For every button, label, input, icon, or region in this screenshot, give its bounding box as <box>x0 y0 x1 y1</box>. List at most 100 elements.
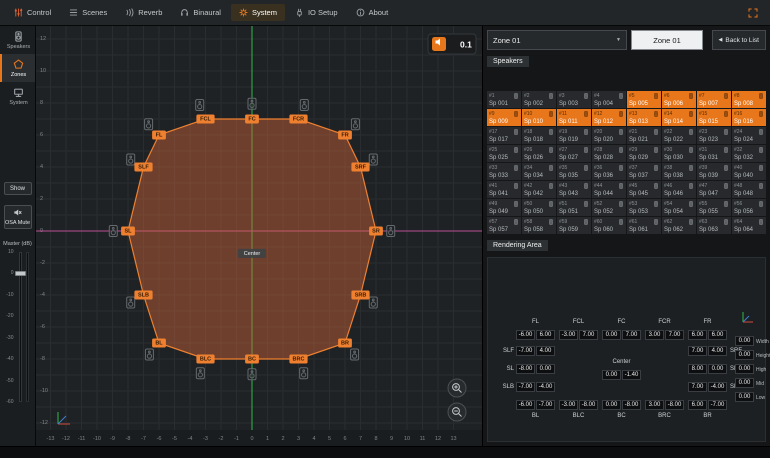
speaker-cell-13[interactable]: #13Sp 013 <box>627 109 661 126</box>
speaker-cell-34[interactable]: #34Sp 034 <box>522 163 556 180</box>
sidebar-item-system[interactable]: System <box>0 82 35 110</box>
zone-node-fl[interactable]: FL <box>152 131 166 140</box>
speaker-cell-57[interactable]: #57Sp 057 <box>487 217 521 234</box>
zone-node-sr[interactable]: SR <box>369 227 383 236</box>
ra-utility-low[interactable]: 0.00 <box>735 392 754 402</box>
speaker-cell-52[interactable]: #52Sp 052 <box>592 199 626 216</box>
ra-x-fcr[interactable]: 3.00 <box>645 330 664 340</box>
speaker-cell-27[interactable]: #27Sp 027 <box>557 145 591 162</box>
speaker-cell-23[interactable]: #23Sp 023 <box>697 127 731 144</box>
speaker-cell-10[interactable]: #10Sp 010 <box>522 109 556 126</box>
ra-y-bc[interactable]: -8.00 <box>622 400 641 410</box>
ra-x-sl[interactable]: -8.00 <box>516 364 535 374</box>
ra-y-fcl[interactable]: 7.00 <box>579 330 598 340</box>
speaker-cell-7[interactable]: #7Sp 007 <box>697 91 731 108</box>
zone-node-fcl[interactable]: FCL <box>196 115 214 124</box>
ra-x-bc[interactable]: 0.00 <box>602 400 621 410</box>
fullscreen-button[interactable] <box>742 5 764 21</box>
speaker-cell-64[interactable]: #64Sp 064 <box>732 217 766 234</box>
speaker-cell-18[interactable]: #18Sp 018 <box>522 127 556 144</box>
toolbar-item-about[interactable]: About <box>348 4 397 21</box>
zone-node-sl[interactable]: SL <box>121 227 135 236</box>
master-fader[interactable]: 100-10-20-30-40-50-60 <box>2 252 34 402</box>
speaker-cell-26[interactable]: #26Sp 026 <box>522 145 556 162</box>
zone-node-fc[interactable]: FC <box>245 115 259 124</box>
ra-x-srb[interactable]: 7.00 <box>688 382 707 392</box>
zone-node-srf[interactable]: SRF <box>351 163 369 172</box>
speaker-cell-15[interactable]: #15Sp 015 <box>697 109 731 126</box>
speaker-cell-16[interactable]: #16Sp 016 <box>732 109 766 126</box>
zone-select-dropdown[interactable]: Zone 01 ▼ <box>487 30 627 50</box>
speaker-cell-5[interactable]: #5Sp 005 <box>627 91 661 108</box>
speaker-cell-32[interactable]: #32Sp 032 <box>732 145 766 162</box>
speaker-cell-28[interactable]: #28Sp 028 <box>592 145 626 162</box>
speaker-cell-38[interactable]: #38Sp 038 <box>662 163 696 180</box>
speaker-cell-3[interactable]: #3Sp 003 <box>557 91 591 108</box>
ra-utility-width[interactable]: 0.00 <box>735 336 754 346</box>
speaker-cell-24[interactable]: #24Sp 024 <box>732 127 766 144</box>
speaker-cell-21[interactable]: #21Sp 021 <box>627 127 661 144</box>
ra-y-srf[interactable]: 4.00 <box>708 346 727 356</box>
speaker-cell-19[interactable]: #19Sp 019 <box>557 127 591 144</box>
speaker-cell-11[interactable]: #11Sp 011 <box>557 109 591 126</box>
zone-node-srb[interactable]: SRB <box>351 291 369 300</box>
ra-utility-height[interactable]: 0.00 <box>735 350 754 360</box>
zone-node-slb[interactable]: SLB <box>134 291 152 300</box>
ra-y-srb[interactable]: -4.00 <box>708 382 727 392</box>
speaker-cell-36[interactable]: #36Sp 036 <box>592 163 626 180</box>
sidebar-item-speakers[interactable]: Speakers <box>0 26 35 54</box>
speaker-cell-49[interactable]: #49Sp 049 <box>487 199 521 216</box>
ra-y-slf[interactable]: 4.00 <box>536 346 555 356</box>
sidebar-item-zones[interactable]: Zones <box>0 54 35 82</box>
speaker-cell-47[interactable]: #47Sp 047 <box>697 181 731 198</box>
speaker-cell-55[interactable]: #55Sp 055 <box>697 199 731 216</box>
speaker-cell-42[interactable]: #42Sp 042 <box>522 181 556 198</box>
speaker-cell-43[interactable]: #43Sp 043 <box>557 181 591 198</box>
speaker-cell-61[interactable]: #61Sp 061 <box>627 217 661 234</box>
ra-y-bl[interactable]: -7.00 <box>536 400 555 410</box>
ra-y-blc[interactable]: -8.00 <box>579 400 598 410</box>
speaker-cell-54[interactable]: #54Sp 054 <box>662 199 696 216</box>
zoom-out-button[interactable] <box>448 403 466 421</box>
speaker-cell-4[interactable]: #4Sp 004 <box>592 91 626 108</box>
speaker-cell-1[interactable]: #1Sp 001 <box>487 91 521 108</box>
ra-y-fl[interactable]: 6.00 <box>536 330 555 340</box>
ra-y-fc[interactable]: 7.00 <box>622 330 641 340</box>
speaker-cell-31[interactable]: #31Sp 031 <box>697 145 731 162</box>
zone-node-bl[interactable]: BL <box>152 339 166 348</box>
ra-y-sl[interactable]: 0.00 <box>536 364 555 374</box>
speaker-cell-46[interactable]: #46Sp 046 <box>662 181 696 198</box>
speaker-cell-60[interactable]: #60Sp 060 <box>592 217 626 234</box>
speaker-cell-30[interactable]: #30Sp 030 <box>662 145 696 162</box>
zone-node-fcr[interactable]: FCR <box>289 115 307 124</box>
ra-x-br[interactable]: 6.00 <box>688 400 707 410</box>
zone-node-fr[interactable]: FR <box>338 131 352 140</box>
ra-x-fr[interactable]: 6.00 <box>688 330 707 340</box>
fader-handle[interactable] <box>15 271 26 276</box>
speaker-cell-51[interactable]: #51Sp 051 <box>557 199 591 216</box>
back-to-list-button[interactable]: ◀ Back to List <box>712 30 766 50</box>
ra-x-fl[interactable]: -6.00 <box>516 330 535 340</box>
speaker-cell-17[interactable]: #17Sp 017 <box>487 127 521 144</box>
zone-node-bc[interactable]: BC <box>245 355 259 364</box>
speaker-cell-25[interactable]: #25Sp 025 <box>487 145 521 162</box>
ra-y-fr[interactable]: 6.00 <box>708 330 727 340</box>
speaker-cell-29[interactable]: #29Sp 029 <box>627 145 661 162</box>
speaker-cell-20[interactable]: #20Sp 020 <box>592 127 626 144</box>
speaker-cell-12[interactable]: #12Sp 012 <box>592 109 626 126</box>
ra-x-fcl[interactable]: -3.00 <box>559 330 578 340</box>
speaker-cell-9[interactable]: #9Sp 009 <box>487 109 521 126</box>
speaker-cell-37[interactable]: #37Sp 037 <box>627 163 661 180</box>
toolbar-item-system[interactable]: System <box>231 4 285 21</box>
show-button[interactable]: Show <box>4 182 32 195</box>
speaker-cell-33[interactable]: #33Sp 033 <box>487 163 521 180</box>
zone-map-canvas[interactable]: -13-12-11-10-9-8-7-6-5-4-3-2-10123456789… <box>36 26 482 446</box>
speaker-cell-39[interactable]: #39Sp 039 <box>697 163 731 180</box>
speaker-cell-6[interactable]: #6Sp 006 <box>662 91 696 108</box>
speaker-cell-53[interactable]: #53Sp 053 <box>627 199 661 216</box>
ra-x-bl[interactable]: -6.00 <box>516 400 535 410</box>
ra-x-fc[interactable]: 0.00 <box>602 330 621 340</box>
speaker-cell-50[interactable]: #50Sp 050 <box>522 199 556 216</box>
ra-y-brc[interactable]: -8.00 <box>665 400 684 410</box>
zone-center-marker[interactable]: Center <box>238 249 266 258</box>
